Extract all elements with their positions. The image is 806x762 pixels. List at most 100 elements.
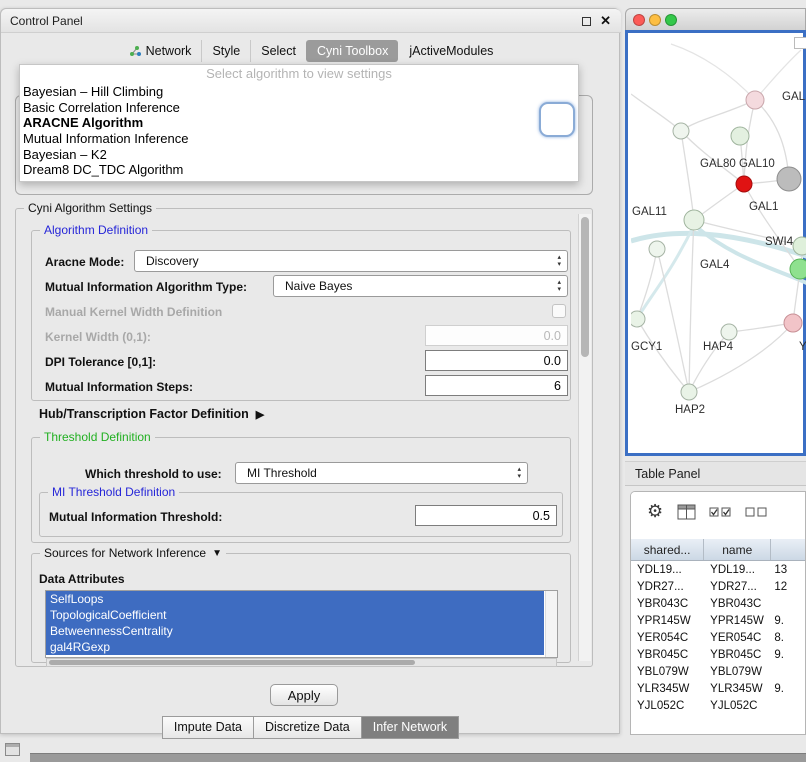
dpi-tolerance-input[interactable]: 0.0: [425, 350, 568, 371]
list-vertical-scrollbar[interactable]: [545, 591, 557, 657]
zoom-traffic-light[interactable]: [665, 14, 677, 26]
table-row[interactable]: YBL079WYBL079W: [631, 663, 805, 680]
manual-kernel-label: Manual Kernel Width Definition: [45, 305, 222, 319]
table-cell: 13: [771, 561, 805, 578]
algorithm-option[interactable]: Dream8 DC_TDC Algorithm: [20, 162, 578, 178]
network-edge[interactable]: [744, 184, 800, 269]
attribute-list-item[interactable]: TopologicalCoefficient: [46, 607, 544, 623]
network-node[interactable]: [736, 176, 752, 192]
network-edge[interactable]: [681, 131, 694, 220]
algorithm-combo-focus-button[interactable]: [539, 102, 575, 137]
network-window-titlebar[interactable]: [625, 8, 806, 30]
table-row[interactable]: YJL052CYJL052C: [631, 697, 805, 714]
tab-cyni-toolbox[interactable]: Cyni Toolbox: [306, 40, 398, 62]
network-edge[interactable]: [689, 220, 694, 392]
column-header-shared[interactable]: shared...: [631, 539, 704, 560]
tab-infer-network[interactable]: Infer Network: [361, 716, 459, 739]
table-panel-titlebar[interactable]: Table Panel: [625, 461, 806, 486]
network-node[interactable]: [673, 123, 689, 139]
aracne-mode-select[interactable]: Discovery ▴▾: [134, 250, 568, 272]
table-row[interactable]: YLR345WYLR345W9.: [631, 680, 805, 697]
network-node[interactable]: [684, 210, 704, 230]
gear-icon[interactable]: ⚙: [647, 501, 663, 522]
close-traffic-light[interactable]: [633, 14, 645, 26]
network-edge[interactable]: [637, 249, 657, 319]
network-edge[interactable]: [671, 44, 755, 100]
network-edge[interactable]: [657, 249, 689, 392]
network-edge[interactable]: [689, 323, 793, 392]
select-all-icon[interactable]: [709, 507, 733, 518]
expand-right-icon[interactable]: ▶: [256, 408, 264, 421]
minimize-traffic-light[interactable]: [649, 14, 661, 26]
algorithm-option[interactable]: Bayesian – Hill Climbing: [20, 84, 578, 100]
table-row[interactable]: YBR043CYBR043C: [631, 595, 805, 612]
table-panel-window: ⚙ shared... name YDL19...YDL19...13YDR2: [630, 491, 806, 735]
collapse-down-icon[interactable]: ▼: [212, 548, 222, 559]
network-node[interactable]: [721, 324, 737, 340]
network-node[interactable]: [631, 311, 645, 327]
mi-steps-input[interactable]: 6: [425, 375, 568, 396]
column-header-extra[interactable]: [771, 539, 805, 560]
algorithm-option[interactable]: Basic Correlation Inference: [20, 100, 578, 116]
data-attributes-list[interactable]: SelfLoopsTopologicalCoefficientBetweenne…: [45, 590, 558, 658]
table-row[interactable]: YPR145WYPR145W9.: [631, 612, 805, 629]
tab-impute-data[interactable]: Impute Data: [162, 716, 254, 739]
network-icon: [129, 45, 141, 57]
kernel-width-input[interactable]: 0.0: [425, 325, 568, 346]
hub-transcription-factor-section[interactable]: Hub/Transcription Factor Definition ▶: [39, 407, 264, 421]
table-row[interactable]: YBR045CYBR045C9.: [631, 646, 805, 663]
network-edge[interactable]: [631, 94, 681, 131]
threshold-select[interactable]: MI Threshold ▴▾: [235, 462, 528, 484]
network-node[interactable]: [746, 91, 764, 109]
node-label: HAP4: [703, 341, 734, 353]
table-cell: 8.: [771, 629, 805, 646]
network-node[interactable]: [777, 167, 801, 191]
minimized-window-icon[interactable]: [5, 743, 20, 756]
tab-style[interactable]: Style: [201, 40, 250, 62]
table-row[interactable]: YER054CYER054C8.: [631, 629, 805, 646]
sources-group-title-row[interactable]: Sources for Network Inference ▼: [40, 546, 226, 560]
settings-scrollbar[interactable]: [578, 214, 591, 661]
table-cell: YBL079W: [704, 663, 771, 680]
network-node[interactable]: [649, 241, 665, 257]
tab-select[interactable]: Select: [250, 40, 306, 62]
manual-kernel-checkbox[interactable]: [552, 304, 566, 318]
network-node[interactable]: [793, 237, 806, 255]
attribute-list-item[interactable]: gal4RGexp: [46, 639, 544, 655]
float-window-icon[interactable]: [582, 17, 591, 26]
scrollbar-thumb[interactable]: [49, 660, 415, 665]
mi-threshold-input[interactable]: 0.5: [415, 505, 557, 526]
network-canvas[interactable]: GALGAL80GAL10GAL11GAL1SWI4GAL4GCY1HAP4YH…: [631, 36, 806, 456]
algorithm-option[interactable]: Bayesian – K2: [20, 147, 578, 163]
network-node[interactable]: [790, 259, 806, 279]
network-node[interactable]: [731, 127, 749, 145]
table-row[interactable]: YDL19...YDL19...13: [631, 561, 805, 578]
attribute-list-item[interactable]: BetweennessCentrality: [46, 623, 544, 639]
column-header-name[interactable]: name: [704, 539, 771, 560]
apply-button[interactable]: Apply: [270, 684, 338, 706]
scrollbar-thumb[interactable]: [581, 217, 589, 357]
tab-jactivemodules[interactable]: jActiveModules: [398, 40, 503, 62]
algorithm-option[interactable]: Mutual Information Inference: [20, 131, 578, 147]
list-horizontal-scrollbar[interactable]: [46, 658, 557, 667]
network-node[interactable]: [681, 384, 697, 400]
node-label: Y: [799, 341, 806, 353]
attribute-list-item[interactable]: SelfLoops: [46, 591, 544, 607]
table-row[interactable]: YDR27...YDR27...12: [631, 578, 805, 595]
table-cell: [771, 697, 805, 714]
algorithm-option[interactable]: ARACNE Algorithm: [20, 115, 578, 131]
control-panel-titlebar[interactable]: Control Panel ✕: [1, 9, 621, 33]
column-selector-icon[interactable]: [677, 504, 697, 521]
deselect-all-icon[interactable]: [745, 507, 769, 518]
algorithm-definition-title: Algorithm Definition: [40, 223, 152, 237]
tab-network[interactable]: Network: [119, 40, 202, 62]
network-node[interactable]: [784, 314, 802, 332]
table-cell: 9.: [771, 646, 805, 663]
close-window-icon[interactable]: ✕: [600, 13, 611, 29]
combo-arrows-icon: ▴▾: [557, 279, 561, 293]
network-edge[interactable]: [681, 100, 755, 131]
tab-discretize-data[interactable]: Discretize Data: [253, 716, 362, 739]
bottom-divider-bar[interactable]: [30, 753, 806, 762]
network-edge[interactable]: [729, 323, 793, 332]
mi-type-select[interactable]: Naive Bayes ▴▾: [273, 275, 568, 297]
